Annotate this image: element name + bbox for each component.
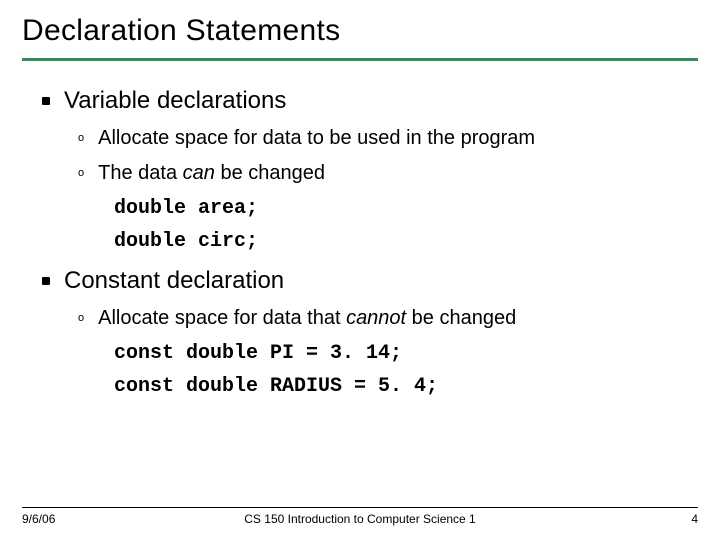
- circle-bullet-icon: o: [78, 307, 84, 329]
- bullet-level2: o Allocate space for data that cannot be…: [78, 307, 698, 330]
- code-line: double area;: [114, 197, 698, 220]
- footer-row: 9/6/06 CS 150 Introduction to Computer S…: [22, 512, 698, 526]
- footer-divider: [22, 507, 698, 508]
- level1-text: Constant declaration: [64, 267, 284, 295]
- level2-text: Allocate space for data to be used in th…: [98, 127, 535, 150]
- slide: Declaration Statements Variable declarat…: [0, 0, 720, 540]
- circle-bullet-icon: o: [78, 162, 84, 184]
- slide-content: Variable declarations o Allocate space f…: [22, 61, 698, 398]
- bullet-level1: Constant declaration: [42, 267, 698, 295]
- square-bullet-icon: [42, 277, 50, 285]
- bullet-level2: o Allocate space for data to be used in …: [78, 127, 698, 150]
- level2-group: o Allocate space for data that cannot be…: [42, 307, 698, 398]
- code-line: double circ;: [114, 230, 698, 253]
- bullet-level2: o The data can be changed: [78, 162, 698, 185]
- slide-title: Declaration Statements: [22, 14, 698, 48]
- code-line: const double RADIUS = 5. 4;: [114, 375, 698, 398]
- circle-bullet-icon: o: [78, 127, 84, 149]
- square-bullet-icon: [42, 97, 50, 105]
- code-line: const double PI = 3. 14;: [114, 342, 698, 365]
- level2-text: The data can be changed: [98, 162, 325, 185]
- level1-text: Variable declarations: [64, 87, 286, 115]
- bullet-level1: Variable declarations: [42, 87, 698, 115]
- footer-course: CS 150 Introduction to Computer Science …: [22, 512, 698, 526]
- level2-text: Allocate space for data that cannot be c…: [98, 307, 516, 330]
- slide-footer: 9/6/06 CS 150 Introduction to Computer S…: [22, 507, 698, 526]
- level2-group: o Allocate space for data to be used in …: [42, 127, 698, 253]
